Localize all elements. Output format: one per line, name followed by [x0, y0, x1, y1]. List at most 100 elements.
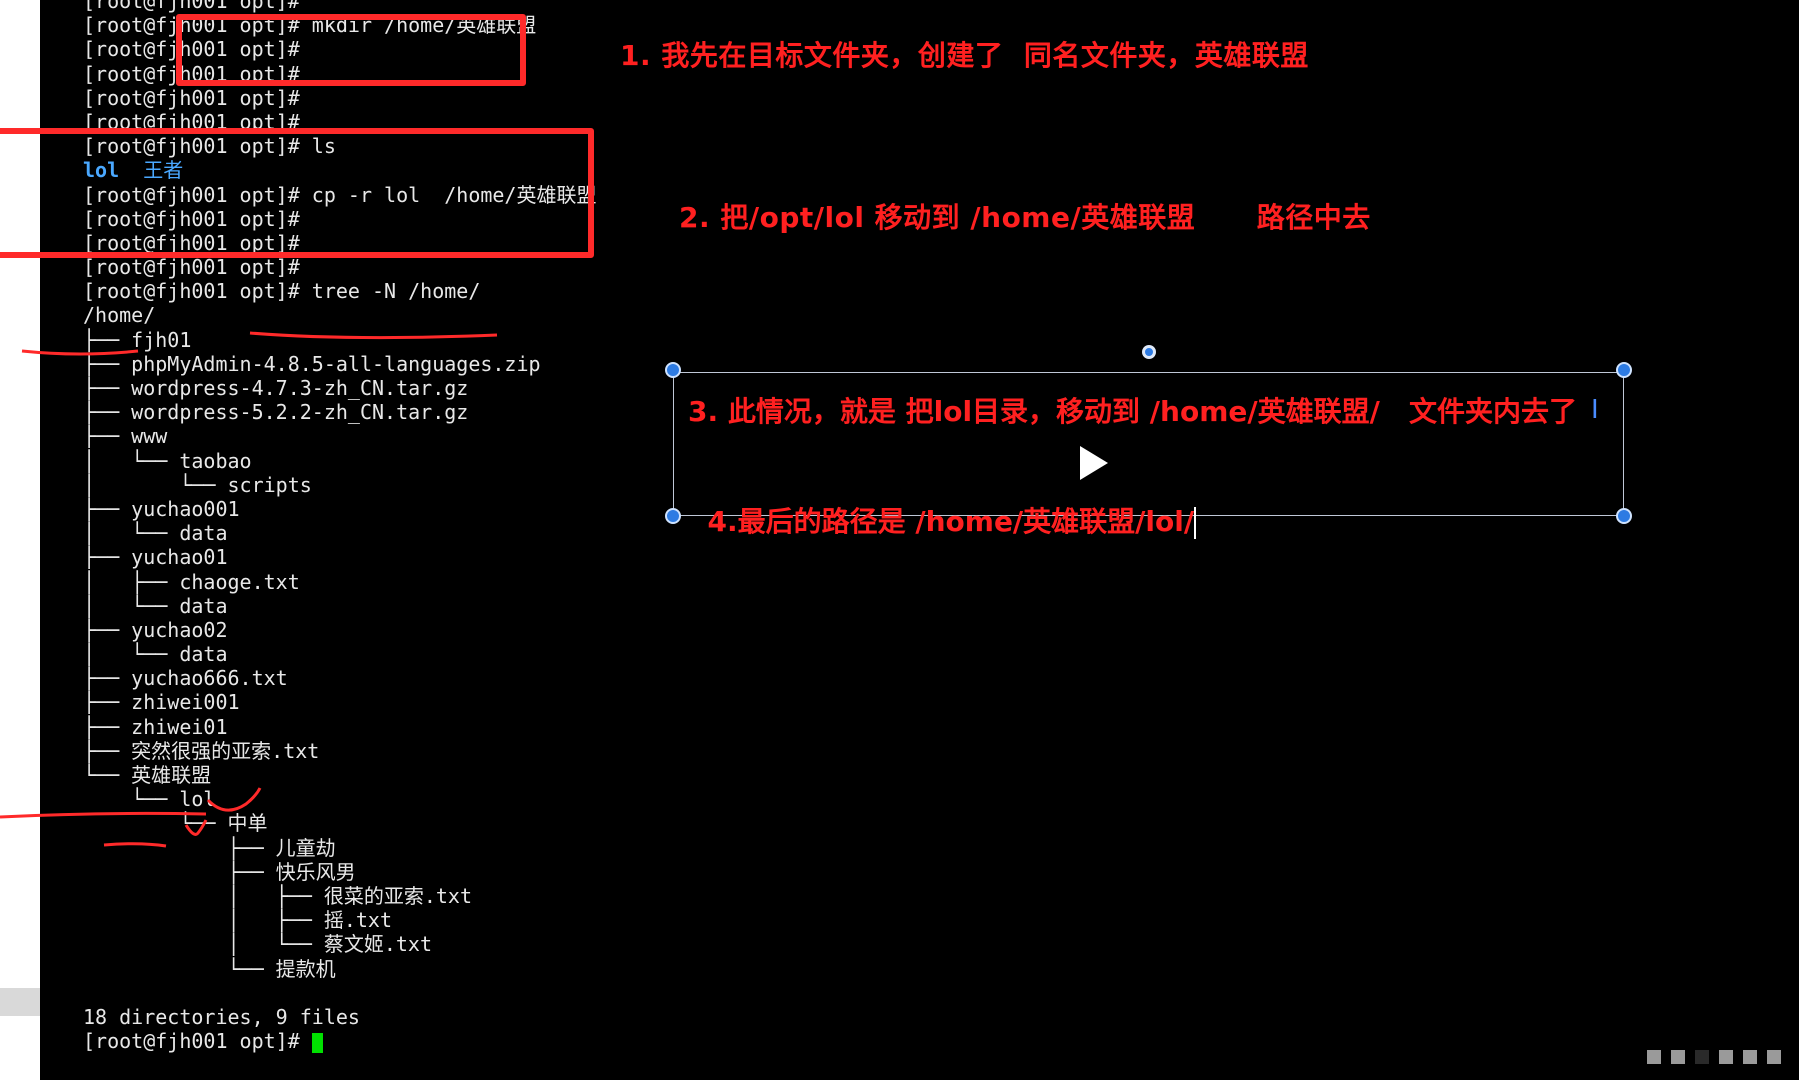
terminal-text: │ └── data: [83, 521, 228, 546]
terminal-line: └── 提款机: [83, 957, 596, 981]
resize-handle-top-right[interactable]: [1616, 362, 1632, 378]
terminal-text: └──: [83, 956, 276, 981]
terminal-text: └── lol: [83, 787, 216, 812]
terminal-text: │ └──: [83, 932, 324, 957]
rotate-handle[interactable]: [1142, 345, 1156, 359]
text-caret: [1194, 507, 1197, 539]
terminal-line: ├── 突然很强的亚索.txt: [83, 739, 596, 763]
terminal-line: │ └── taobao: [83, 449, 596, 473]
resize-handle-bottom-left[interactable]: [665, 508, 681, 524]
ibeam-cursor-icon: I: [1591, 395, 1599, 425]
terminal-text: .txt: [383, 932, 432, 957]
terminal-line: 18 directories, 9 files: [83, 1005, 596, 1029]
tile-icon[interactable]: [1767, 1050, 1781, 1064]
terminal-text: ├── yuchao666.txt: [83, 666, 288, 691]
terminal-text: │ └── taobao: [83, 448, 252, 473]
terminal-line: ├── 快乐风男: [83, 860, 596, 884]
terminal-text: 儿童劫: [275, 835, 336, 860]
terminal-line: [root@fjh001 opt]#: [83, 255, 596, 279]
terminal-text: ├── wordpress-5.2.2-zh_CN.tar.gz: [83, 400, 469, 425]
terminal-text: │ ├── chaoge.txt: [83, 569, 300, 594]
annotation-step3[interactable]: 3. 此情况，就是 把lol目录，移动到 /home/英雄联盟/ 文件夹内去了: [688, 390, 1577, 430]
terminal-line: │ └── data: [83, 594, 596, 618]
terminal-text: [root@fjh001 opt]# tree -N /home/: [83, 279, 481, 304]
terminal-cursor: [311, 1032, 323, 1053]
annotation-step2: 2. 把/opt/lol 移动到 /home/英雄联盟 路径中去: [679, 201, 1371, 234]
terminal-text: [root@fjh001 opt]#: [83, 255, 300, 280]
terminal-text: 英雄联盟: [131, 763, 212, 787]
terminal-line: ├── wordpress-4.7.3-zh_CN.tar.gz: [83, 376, 596, 400]
terminal-text: │ ├──: [83, 883, 324, 908]
tile-icon[interactable]: [1695, 1050, 1709, 1064]
highlight-box-mkdir: [176, 14, 526, 86]
terminal-text: 摇: [323, 908, 344, 933]
terminal-line: │ └── 蔡文姬.txt: [83, 932, 596, 956]
play-icon[interactable]: [1080, 446, 1108, 480]
terminal-text: 蔡文姬: [323, 932, 384, 957]
terminal-text: ├── wordpress-4.7.3-zh_CN.tar.gz: [83, 376, 469, 400]
terminal-text: │ └── data: [83, 593, 228, 618]
left-panel-gray-block: [0, 988, 40, 1016]
resize-handle-top-left[interactable]: [665, 362, 681, 378]
terminal-line: └── lol: [83, 787, 596, 811]
terminal-line: [root@fjh001 opt]#: [83, 0, 596, 13]
terminal-text: 突然很强的亚索: [131, 738, 272, 763]
terminal-line: ├── 儿童劫: [83, 836, 596, 860]
highlight-box-cp: [0, 128, 594, 258]
terminal-text: 快乐风男: [275, 859, 356, 884]
terminal-text: ├── yuchao01: [83, 545, 228, 570]
annotation-step4[interactable]: 4.最后的路径是 /home/英雄联盟/lol/: [708, 505, 1195, 538]
terminal-line: ├── yuchao02: [83, 618, 596, 642]
terminal-text: │ ├──: [83, 908, 324, 933]
window-tiles: [1647, 1050, 1781, 1064]
terminal-line: ├── wordpress-5.2.2-zh_CN.tar.gz: [83, 400, 596, 424]
terminal-line: ├── yuchao001: [83, 497, 596, 521]
terminal-line: │ ├── chaoge.txt: [83, 570, 596, 594]
tile-icon[interactable]: [1719, 1050, 1733, 1064]
terminal-text: ├── zhiwei001: [83, 690, 240, 715]
annotation-step4-line[interactable]: 4.最后的路径是 /home/英雄联盟/lol/: [688, 467, 1197, 540]
terminal-line: /home/: [83, 303, 596, 327]
terminal-text: 提款机: [275, 956, 336, 981]
resize-handle-bottom-right[interactable]: [1616, 508, 1632, 524]
tile-icon[interactable]: [1743, 1050, 1757, 1064]
terminal-line: │ ├── 摇.txt: [83, 908, 596, 932]
terminal-text: ├── fjh01: [83, 327, 192, 352]
terminal-text: .txt: [343, 908, 392, 933]
terminal-line: │ └── scripts: [83, 473, 596, 497]
terminal-text: .txt: [271, 738, 320, 763]
terminal-line: ├── zhiwei01: [83, 715, 596, 739]
terminal-text: [root@fjh001 opt]#: [83, 0, 300, 13]
terminal-text: ├──: [83, 835, 276, 860]
terminal-line: └── 中单: [83, 811, 596, 835]
tile-icon[interactable]: [1671, 1050, 1685, 1064]
terminal-text: 很菜的亚索: [323, 883, 424, 908]
terminal-text: .txt: [423, 883, 472, 908]
terminal-text: ├── phpMyAdmin-4.8.5-all-languages.zip: [83, 351, 541, 376]
terminal-line: [root@fjh001 opt]#: [83, 1029, 596, 1053]
terminal-text: 18 directories, 9 files: [83, 1004, 360, 1029]
terminal-line: ├── yuchao01: [83, 545, 596, 569]
annotation-step1: 1. 我先在目标文件夹，创建了 同名文件夹，英雄联盟: [620, 39, 1309, 72]
terminal-text: ├── www: [83, 424, 168, 449]
terminal-text: │ └── scripts: [83, 472, 312, 497]
terminal-text: ├── yuchao001: [83, 496, 240, 521]
terminal-line: [root@fjh001 opt]# tree -N /home/: [83, 279, 596, 303]
tile-icon[interactable]: [1647, 1050, 1661, 1064]
terminal-text: ├──: [83, 859, 276, 884]
terminal-text: └──: [83, 763, 132, 787]
terminal-line: ├── www: [83, 424, 596, 448]
terminal-text: ├── yuchao02: [83, 617, 228, 642]
terminal-text: ├──: [83, 738, 132, 763]
terminal-line: ├── phpMyAdmin-4.8.5-all-languages.zip: [83, 352, 596, 376]
terminal-line: │ └── data: [83, 642, 596, 666]
terminal-text: └──: [83, 811, 228, 836]
terminal-text: 中单: [227, 811, 268, 836]
terminal-line: └── 英雄联盟: [83, 763, 596, 787]
terminal-line: │ ├── 很菜的亚索.txt: [83, 884, 596, 908]
terminal-line: [root@fjh001 opt]#: [83, 86, 596, 110]
terminal-text: /home/: [83, 303, 156, 328]
terminal-text: ├── zhiwei01: [83, 714, 228, 739]
terminal-line: ├── fjh01: [83, 328, 596, 352]
